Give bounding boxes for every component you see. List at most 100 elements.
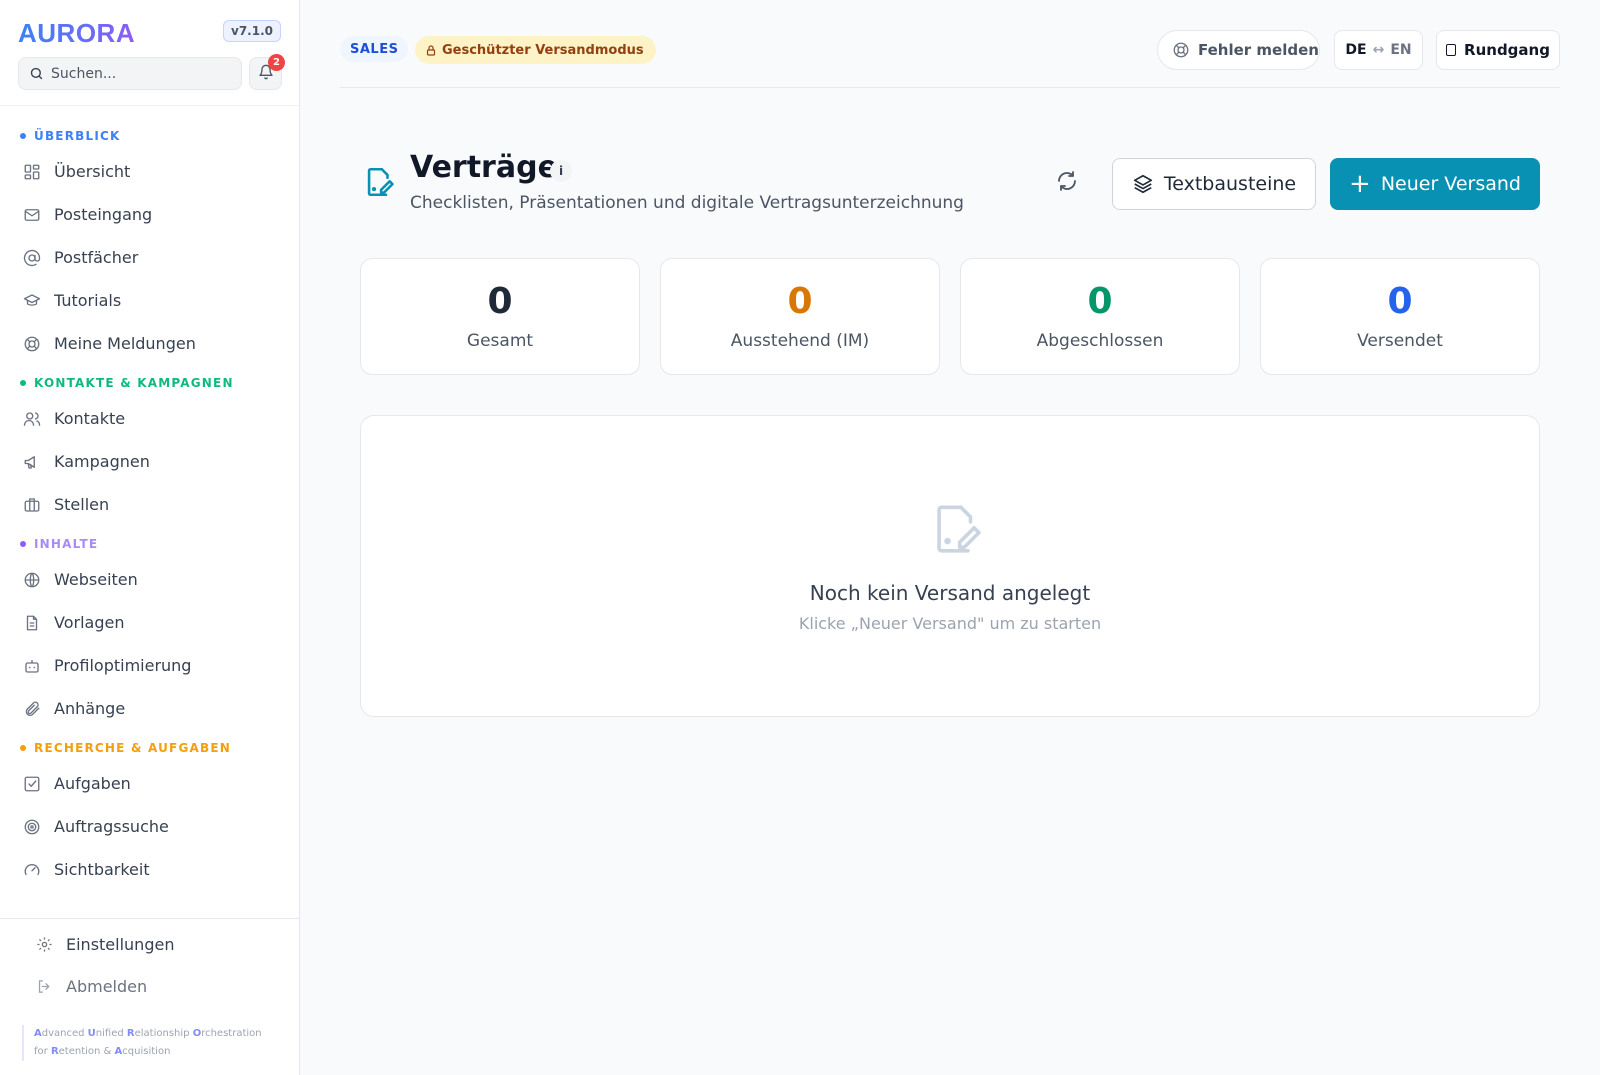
sidebar-item-stellen[interactable]: Stellen: [0, 483, 300, 526]
topbar: SALES Geschützter Versandmodus Fehler me…: [340, 30, 1560, 88]
at-sign-icon: [22, 248, 42, 268]
notifications-button[interactable]: 2: [249, 54, 285, 90]
sidebar-item-aufgaben[interactable]: Aufgaben: [0, 762, 300, 805]
stat-card-completed: 0 Abgeschlossen: [960, 258, 1240, 375]
sidebar-item-tutorials[interactable]: Tutorials: [0, 279, 300, 322]
sidebar-item-label: Tutorials: [54, 291, 122, 310]
page-title: Verträge: [410, 150, 558, 185]
sidebar-item-uebersicht[interactable]: Übersicht: [0, 150, 300, 193]
sidebar-item-label: Auftragssuche: [54, 817, 169, 836]
tour-button[interactable]: Rundgang: [1436, 30, 1560, 70]
sales-tag: SALES: [340, 36, 409, 62]
plus-icon: +: [1349, 169, 1371, 199]
swap-arrow-icon: ↔: [1372, 42, 1385, 58]
textblocks-label: Textbausteine: [1163, 173, 1297, 195]
gear-icon: [34, 934, 54, 954]
stat-card-pending: 0 Ausstehend (IM): [660, 258, 940, 375]
sidebar-item-webseiten[interactable]: Webseiten: [0, 558, 300, 601]
settings-link[interactable]: Einstellungen: [0, 923, 299, 965]
sidebar-item-label: Postfächer: [54, 248, 139, 267]
protected-mode-label: Geschützter Versandmodus: [442, 42, 644, 58]
sidebar-item-label: Webseiten: [54, 570, 138, 589]
sidebar-item-label: Aufgaben: [54, 774, 131, 793]
sidebar-item-profiloptimierung[interactable]: Profiloptimierung: [0, 644, 300, 687]
stat-card-total: 0 Gesamt: [360, 258, 640, 375]
stat-card-sent: 0 Versendet: [1260, 258, 1540, 375]
new-dispatch-label: Neuer Versand: [1380, 173, 1521, 195]
notification-count-badge: 2: [268, 54, 285, 71]
brand-tagline: Advanced Unified Relationship Orchestrat…: [22, 1025, 272, 1061]
sidebar-item-vorlagen[interactable]: Vorlagen: [0, 601, 300, 644]
info-icon[interactable]: i: [550, 160, 572, 182]
empty-state-title: Noch kein Versand angelegt: [809, 581, 1091, 605]
logout-link[interactable]: Abmelden: [0, 965, 299, 1007]
stat-value: 0: [787, 281, 813, 322]
search-row: 2: [18, 54, 285, 90]
sidebar-item-label: Übersicht: [54, 162, 131, 181]
brand-logo[interactable]: AURORA: [18, 18, 135, 49]
new-dispatch-button[interactable]: + Neuer Versand: [1330, 158, 1540, 210]
search-box[interactable]: [18, 57, 242, 90]
section-dot: [20, 133, 26, 139]
sidebar-item-auftragssuche[interactable]: Auftragssuche: [0, 805, 300, 848]
sidebar-item-sichtbarkeit[interactable]: Sichtbarkeit: [0, 848, 300, 891]
tour-label: Rundgang: [1464, 41, 1550, 59]
section-dot: [20, 541, 26, 547]
refresh-button[interactable]: [1050, 164, 1084, 198]
briefcase-icon: [22, 495, 42, 515]
sidebar-footer: Einstellungen Abmelden Advanced Unified …: [0, 918, 299, 1075]
sidebar-item-label: Stellen: [54, 495, 110, 514]
tour-icon: [1446, 44, 1457, 56]
target-icon: [22, 817, 42, 837]
stat-label: Ausstehend (IM): [730, 331, 870, 351]
sidebar-item-label: Profiloptimierung: [54, 656, 192, 675]
sidebar-nav: ÜBERBLICK Übersicht Posteingang Postfäch…: [0, 118, 300, 898]
lifebuoy-icon: [1173, 42, 1189, 58]
lang-de: DE: [1345, 42, 1367, 58]
gauge-icon: [22, 860, 42, 880]
sidebar-item-meine-meldungen[interactable]: Meine Meldungen: [0, 322, 300, 365]
sidebar-item-posteingang[interactable]: Posteingang: [0, 193, 300, 236]
stat-label: Gesamt: [466, 331, 534, 351]
stat-label: Versendet: [1357, 331, 1443, 351]
mail-icon: [22, 205, 42, 225]
megaphone-icon: [22, 452, 42, 472]
section-title-research: RECHERCHE & AUFGABEN: [0, 734, 300, 762]
file-text-icon: [22, 613, 42, 633]
sidebar-item-kampagnen[interactable]: Kampagnen: [0, 440, 300, 483]
sidebar-item-kontakte[interactable]: Kontakte: [0, 397, 300, 440]
protected-mode-badge: Geschützter Versandmodus: [415, 36, 656, 64]
stats-row: 0 Gesamt 0 Ausstehend (IM) 0 Abgeschloss…: [360, 258, 1540, 375]
section-title-overview: ÜBERBLICK: [0, 122, 300, 150]
bot-icon: [22, 656, 42, 676]
language-toggle[interactable]: DE ↔ EN: [1334, 30, 1423, 70]
section-label: INHALTE: [34, 537, 99, 551]
sidebar-item-anhaenge[interactable]: Anhänge: [0, 687, 300, 730]
sidebar-item-postfaecher[interactable]: Postfächer: [0, 236, 300, 279]
check-square-icon: [22, 774, 42, 794]
logout-label: Abmelden: [66, 976, 148, 996]
graduation-cap-icon: [22, 291, 42, 311]
sidebar-item-label: Posteingang: [54, 205, 153, 224]
stat-label: Abgeschlossen: [1036, 331, 1164, 351]
stat-value: 0: [487, 281, 513, 322]
empty-state-hint: Klicke „Neuer Versand" um zu starten: [798, 614, 1102, 633]
refresh-icon: [1058, 171, 1076, 191]
sidebar-divider: [0, 105, 299, 106]
sidebar-item-label: Kontakte: [54, 409, 126, 428]
empty-state: Noch kein Versand angelegt Klicke „Neuer…: [360, 415, 1540, 717]
sidebar-item-label: Vorlagen: [54, 613, 125, 632]
globe-icon: [22, 570, 42, 590]
stat-value: 0: [1087, 281, 1113, 322]
search-input[interactable]: [51, 58, 237, 89]
section-label: ÜBERBLICK: [34, 129, 121, 143]
brand-row: AURORA v7.1.0: [18, 18, 281, 48]
sidebar-item-label: Meine Meldungen: [54, 334, 196, 353]
report-bug-button[interactable]: Fehler melden: [1157, 30, 1320, 70]
lock-icon: [426, 44, 436, 56]
section-dot: [20, 380, 26, 386]
textblocks-button[interactable]: Textbausteine: [1112, 158, 1316, 210]
version-badge: v7.1.0: [223, 20, 281, 42]
logout-icon: [34, 976, 54, 996]
page-header: Verträge i Checklisten, Präsentationen u…: [360, 150, 1540, 220]
